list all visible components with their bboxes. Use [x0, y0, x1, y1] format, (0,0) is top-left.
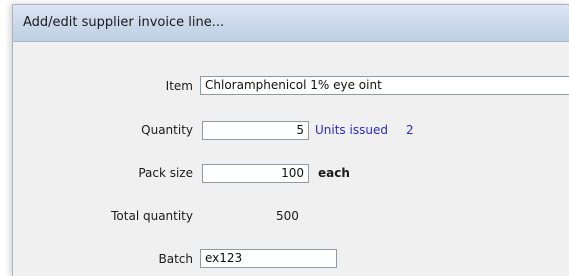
quantity-field[interactable]: 5 [202, 121, 309, 140]
quantity-label: Quantity [141, 123, 193, 137]
units-issued-value: 2 [406, 123, 414, 137]
batch-field[interactable]: ex123 [200, 249, 337, 268]
dialog-content: Item Chloramphenicol 1% eye oint Quantit… [13, 42, 569, 276]
pack-size-field[interactable]: 100 [202, 164, 309, 183]
pack-size-unit: each [318, 166, 350, 180]
units-issued-label: Units issued [315, 123, 388, 137]
supplier-invoice-line-dialog: Add/edit supplier invoice line... Item C… [12, 4, 569, 276]
item-label: Item [165, 79, 193, 93]
total-quantity-label: Total quantity [111, 209, 193, 223]
dialog-titlebar[interactable]: Add/edit supplier invoice line... [13, 5, 569, 42]
screenshot-canvas: Add/edit supplier invoice line... Item C… [0, 0, 569, 276]
batch-label: Batch [158, 252, 194, 266]
pack-size-label: Pack size [138, 166, 193, 180]
item-field[interactable]: Chloramphenicol 1% eye oint [200, 76, 569, 95]
dialog-title: Add/edit supplier invoice line... [23, 15, 225, 30]
total-quantity-value: 500 [276, 209, 299, 223]
